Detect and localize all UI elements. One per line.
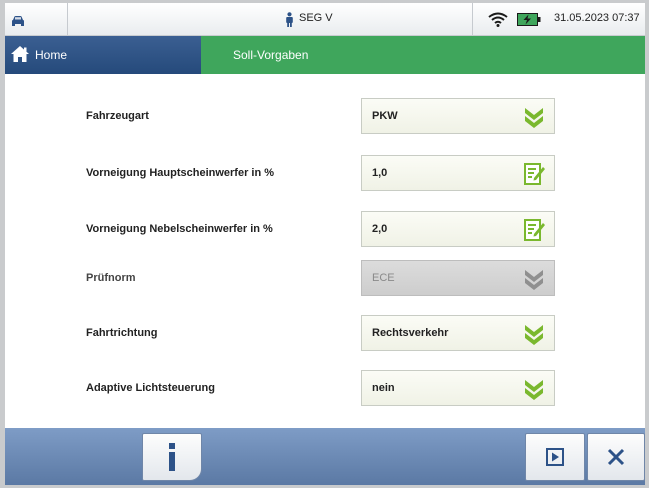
device-screen: SEG V 31.05.2023 07:37 Home Soll-Vorgabe… xyxy=(5,3,645,485)
battery-charging-icon xyxy=(517,13,541,31)
status-device-cell: SEG V xyxy=(67,3,473,35)
nebelscheinwerfer-input[interactable]: 2,0 xyxy=(361,211,555,247)
adaptive-lichtsteuerung-dropdown[interactable]: nein xyxy=(361,370,555,406)
field-value: 2,0 xyxy=(372,223,388,235)
person-icon xyxy=(285,12,294,32)
field-value: nein xyxy=(372,382,395,394)
edit-icon xyxy=(522,218,546,247)
edit-icon xyxy=(522,162,546,191)
row-label: Vorneigung Hauptscheinwerfer in % xyxy=(86,167,275,179)
close-icon xyxy=(607,448,625,471)
page-title: Soll-Vorgaben xyxy=(233,48,309,62)
fahrtrichtung-dropdown[interactable]: Rechtsverkehr xyxy=(361,315,555,351)
chevron-down-icon xyxy=(522,377,546,406)
row-label: Adaptive Lichtsteuerung xyxy=(86,382,215,394)
home-label: Home xyxy=(35,48,68,62)
chevron-down-icon xyxy=(522,322,546,351)
nav-bar: Home Soll-Vorgaben xyxy=(5,36,645,74)
next-button[interactable] xyxy=(525,433,585,481)
field-value: 1,0 xyxy=(372,167,388,179)
settings-form: Fahrzeugart PKW Vorneigung Hauptscheinwe… xyxy=(5,74,645,428)
row-label: Fahrzeugart xyxy=(86,110,149,122)
play-next-icon xyxy=(546,448,564,471)
field-value: Rechtsverkehr xyxy=(372,327,449,339)
row-fahrzeugart: Fahrzeugart PKW xyxy=(5,98,645,136)
row-label: Fahrtrichtung xyxy=(86,327,158,339)
chevron-down-icon xyxy=(522,105,546,134)
info-button[interactable] xyxy=(142,433,202,481)
row-label: Prüfnorm xyxy=(86,272,136,284)
home-icon xyxy=(10,45,30,68)
row-fahrtrichtung: Fahrtrichtung Rechtsverkehr xyxy=(5,315,645,353)
info-icon xyxy=(165,443,179,476)
status-bar: SEG V 31.05.2023 07:37 xyxy=(5,3,645,36)
bottom-bar xyxy=(5,428,645,485)
fahrzeugart-dropdown[interactable]: PKW xyxy=(361,98,555,134)
status-vehicle-cell xyxy=(5,3,68,35)
row-pruefnorm: Prüfnorm ECE xyxy=(5,260,645,298)
datetime: 31.05.2023 07:37 xyxy=(554,12,640,24)
row-adaptive-lichtsteuerung: Adaptive Lichtsteuerung nein xyxy=(5,370,645,408)
close-button[interactable] xyxy=(587,433,645,481)
row-nebelscheinwerfer: Vorneigung Nebelscheinwerfer in % 2,0 xyxy=(5,211,645,249)
device-name: SEG V xyxy=(299,12,333,24)
hauptscheinwerfer-input[interactable]: 1,0 xyxy=(361,155,555,191)
car-icon xyxy=(11,13,25,31)
wifi-icon xyxy=(488,12,508,32)
page-title-bar: Soll-Vorgaben xyxy=(201,36,645,74)
home-button[interactable]: Home xyxy=(5,36,201,74)
status-system-cell: 31.05.2023 07:37 xyxy=(472,3,645,35)
field-value: ECE xyxy=(372,272,395,284)
field-value: PKW xyxy=(372,110,398,122)
row-label: Vorneigung Nebelscheinwerfer in % xyxy=(86,223,273,235)
pruefnorm-dropdown: ECE xyxy=(361,260,555,296)
chevron-down-icon xyxy=(522,267,546,296)
row-hauptscheinwerfer: Vorneigung Hauptscheinwerfer in % 1,0 xyxy=(5,155,645,193)
